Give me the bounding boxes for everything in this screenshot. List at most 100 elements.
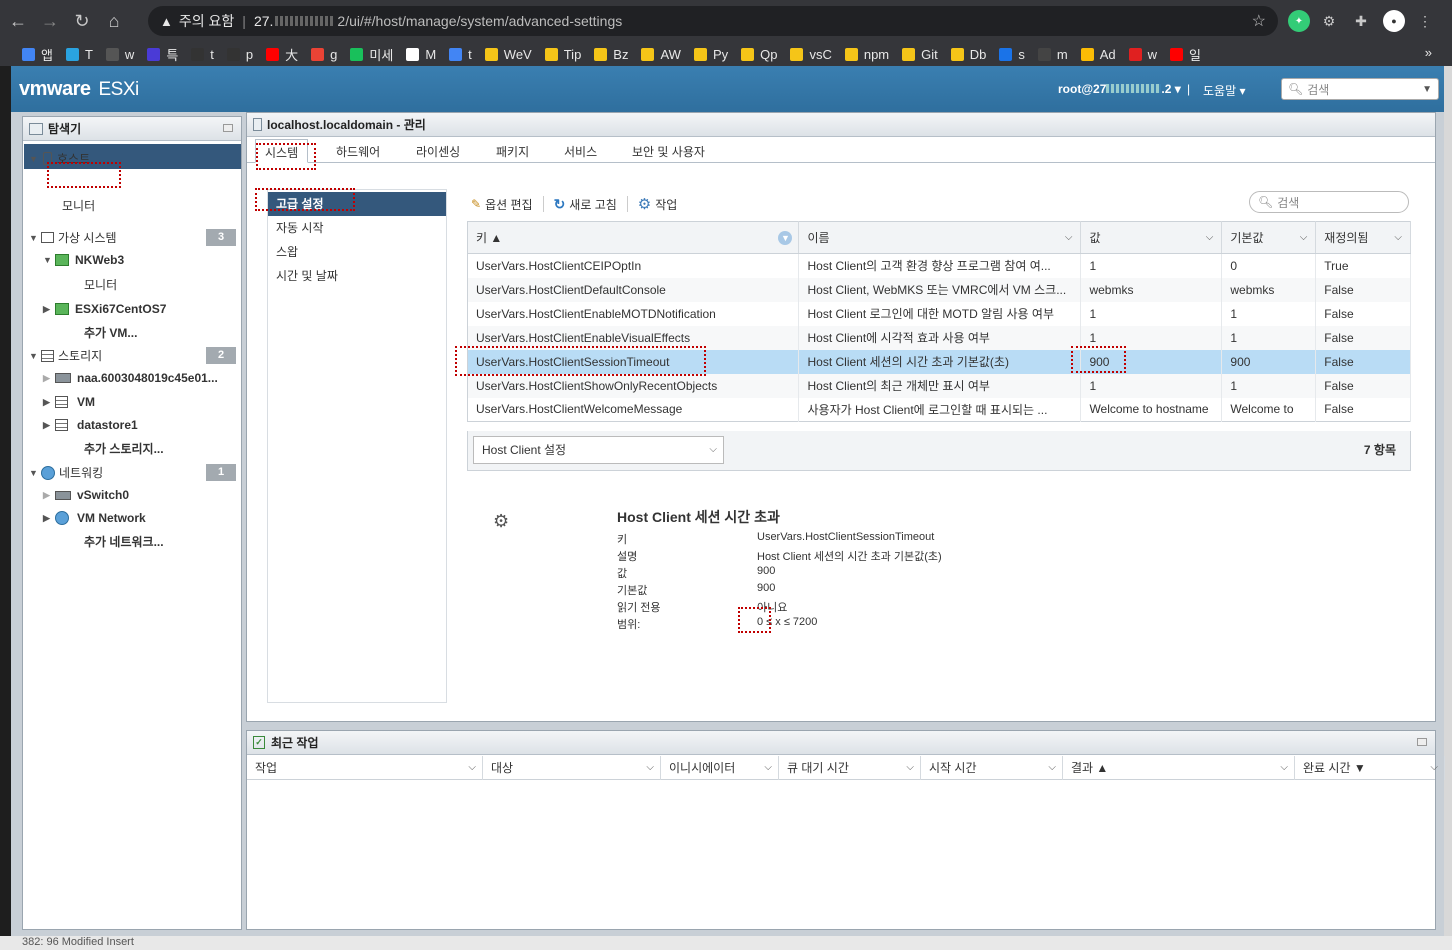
menu-advanced-settings[interactable]: 고급 설정 [268, 192, 446, 216]
nav-vms[interactable]: ▼ 가상 시스템 [29, 229, 117, 246]
bookmark-item[interactable]: npm [844, 47, 889, 62]
col-default[interactable]: 기본값 ⌵ [1221, 221, 1317, 254]
chevron-down-icon[interactable]: ⌵ [1065, 232, 1073, 243]
tab-packages[interactable]: 패키지 [496, 143, 529, 160]
bookmark-item[interactable]: AW [641, 47, 681, 62]
tab-system[interactable]: 시스템 [255, 139, 309, 163]
nav-more-storage[interactable]: 추가 스토리지... [84, 440, 164, 457]
nav-vm-esxi67[interactable]: ▶ ESXi67CentOS7 [43, 302, 166, 316]
table-row[interactable]: UserVars.HostClientShowOnlyRecentObjects… [467, 373, 1411, 398]
chevron-down-icon[interactable]: ⌵ [1394, 232, 1402, 243]
chevron-down-icon[interactable]: ▼ [29, 154, 41, 164]
nav-storage-naa[interactable]: ▶ naa.6003048019c45e01... [43, 371, 218, 385]
bookmark-item[interactable]: WeV [484, 47, 532, 62]
table-row[interactable]: UserVars.HostClientSessionTimeout Host Cl… [467, 349, 1411, 374]
chevron-down-icon[interactable]: ⌵ [906, 756, 914, 780]
minimize-icon[interactable] [1417, 738, 1427, 746]
bookmark-item[interactable]: 특 [147, 45, 178, 64]
bookmark-item[interactable]: w [105, 47, 134, 62]
bookmark-item[interactable]: M [406, 47, 436, 62]
nav-manage[interactable]: 관리 [62, 172, 84, 189]
bookmark-item[interactable]: t [449, 47, 472, 62]
table-row[interactable]: UserVars.HostClientCEIPOptIn Host Client의… [467, 253, 1411, 278]
menu-time-date[interactable]: 시간 및 날짜 [268, 264, 446, 288]
extension-icon[interactable]: ✦ [1288, 10, 1310, 32]
bookmark-item[interactable]: Qp [741, 47, 777, 62]
star-icon[interactable]: ☆ [1252, 11, 1266, 31]
header-search-input[interactable]: 🔍︎ 검색 ▼ [1281, 78, 1439, 100]
nav-networking[interactable]: ▼ 네트워킹 [29, 464, 103, 481]
chevron-down-icon[interactable]: ⌵ [468, 756, 476, 780]
nav-vm-nkweb3[interactable]: ▼ NKWeb3 [43, 253, 124, 267]
bookmark-item[interactable]: vsC [790, 47, 832, 62]
bookmark-item[interactable]: m [1037, 47, 1068, 62]
bookmarks-overflow-icon[interactable]: » [1425, 45, 1432, 60]
menu-icon[interactable]: ⋮ [1414, 10, 1436, 32]
table-row[interactable]: UserVars.HostClientEnableMOTDNotificatio… [467, 301, 1411, 326]
nav-monitor[interactable]: 모니터 [62, 197, 95, 214]
recent-col-header[interactable]: 큐 대기 시간 ⌵ [779, 756, 921, 780]
home-icon[interactable]: ⌂ [100, 7, 128, 35]
chevron-down-icon[interactable]: ⌵ [1280, 756, 1288, 780]
address-bar[interactable]: ▲ 주의 요함 | 27. 2/ui/#/host/manage/system/… [148, 6, 1278, 36]
nav-host[interactable]: ▼ 호스트 [29, 150, 90, 167]
recent-col-header[interactable]: 이니시에이터 ⌵ [661, 756, 779, 780]
chevron-down-icon[interactable]: ⌵ [1206, 232, 1214, 243]
avatar[interactable]: ● [1383, 10, 1405, 32]
nav-vm-monitor[interactable]: 모니터 [84, 276, 117, 293]
nav-vm-network[interactable]: ▶ VM Network [43, 511, 146, 525]
help-menu[interactable]: 도움말 ▾ [1203, 82, 1245, 99]
user-menu[interactable]: root@27.2 ▾ [1058, 82, 1181, 96]
recent-col-header[interactable]: 작업 ⌵ [247, 756, 483, 780]
chevron-down-icon[interactable]: ⌵ [1430, 756, 1438, 780]
nav-storage[interactable]: ▼ 스토리지 [29, 347, 102, 364]
chevron-down-icon[interactable]: ▼ [778, 231, 793, 245]
bookmark-item[interactable]: 앱 [22, 45, 53, 64]
bookmark-item[interactable]: p [226, 47, 253, 62]
reload-icon[interactable]: ↻ [68, 7, 96, 35]
filter-select[interactable]: Host Client 설정 ⌵ [473, 436, 724, 464]
bookmark-item[interactable]: s [999, 47, 1025, 62]
actions-button[interactable]: ⚙ 작업 [638, 195, 678, 213]
table-row[interactable]: UserVars.HostClientDefaultConsole Host Cl… [467, 277, 1411, 302]
bookmark-item[interactable]: 일 [1170, 45, 1201, 64]
bookmark-item[interactable]: t [191, 47, 214, 62]
table-row[interactable]: UserVars.HostClientWelcomeMessage 사용자가 Ho… [467, 397, 1411, 422]
forward-icon[interactable]: → [36, 7, 64, 35]
recent-col-header[interactable]: 시작 시간 ⌵ [921, 756, 1063, 780]
nav-storage-vm[interactable]: ▶ VM [43, 395, 95, 409]
nav-more-vms[interactable]: 추가 VM... [84, 324, 137, 341]
bookmark-item[interactable]: Db [950, 47, 986, 62]
chevron-down-icon[interactable]: ⌵ [646, 756, 654, 780]
recent-col-header[interactable]: 대상 ⌵ [483, 756, 661, 780]
col-value[interactable]: 값 ⌵ [1080, 221, 1223, 254]
recent-col-header[interactable]: 결과 ▲ ⌵ [1063, 756, 1295, 780]
grid-search-input[interactable]: 🔍︎ 검색 [1249, 191, 1409, 213]
bookmark-item[interactable]: g [311, 47, 337, 62]
recent-col-header[interactable]: 완료 시간 ▼ ⌵ [1295, 756, 1445, 780]
bookmark-item[interactable]: w [1128, 47, 1157, 62]
col-overridden[interactable]: 재정의됨 ⌵ [1315, 221, 1411, 254]
refresh-button[interactable]: ↻ 새로 고침 [554, 196, 617, 213]
table-row[interactable]: UserVars.HostClientEnableVisualEffects Ho… [467, 325, 1411, 350]
bookmark-item[interactable]: Ad [1080, 47, 1116, 62]
back-icon[interactable]: ← [4, 7, 32, 35]
nav-more-networks[interactable]: 추가 네트워크... [84, 533, 164, 550]
tab-services[interactable]: 서비스 [564, 143, 597, 160]
chevron-down-icon[interactable]: ⌵ [1048, 756, 1056, 780]
bookmark-item[interactable]: Git [902, 47, 938, 62]
minimize-icon[interactable] [223, 124, 233, 132]
tab-security-users[interactable]: 보안 및 사용자 [632, 143, 705, 160]
tab-hardware[interactable]: 하드웨어 [336, 143, 380, 160]
bookmark-item[interactable]: T [65, 47, 93, 62]
nav-datastore1[interactable]: ▶ datastore1 [43, 418, 138, 432]
chevron-down-icon[interactable]: ⌵ [764, 756, 772, 780]
bookmark-item[interactable]: 미세 [350, 45, 393, 64]
bookmark-item[interactable]: 大 [266, 45, 298, 64]
bookmark-item[interactable]: Py [693, 47, 728, 62]
gear-icon[interactable]: ⚙ [1318, 10, 1340, 32]
col-key[interactable]: 키 ▲ ▼ [467, 221, 800, 254]
puzzle-icon[interactable]: ✚ [1350, 10, 1372, 32]
menu-autostart[interactable]: 자동 시작 [268, 216, 446, 240]
menu-swap[interactable]: 스왑 [268, 240, 446, 264]
